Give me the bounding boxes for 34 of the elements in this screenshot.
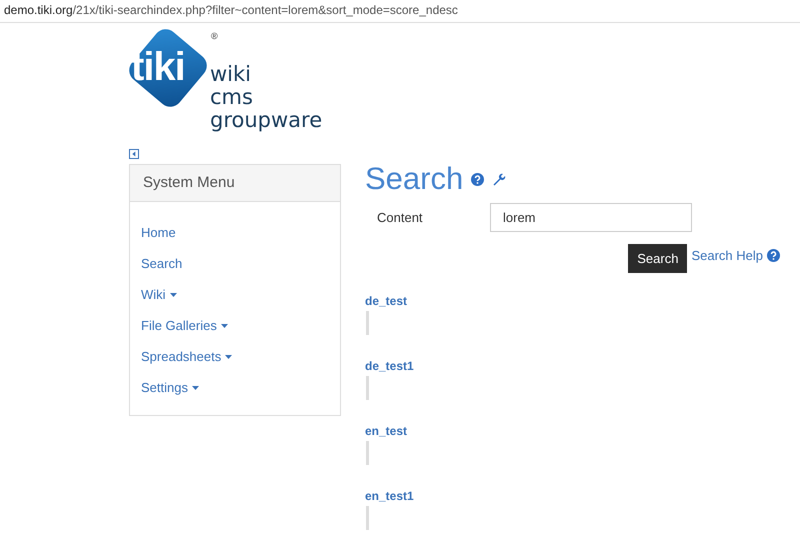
wrench-icon[interactable] [492, 172, 506, 186]
result-title-link[interactable]: en_test1 [365, 489, 785, 503]
caret-icon [192, 386, 199, 390]
registered-mark: ® [211, 31, 218, 41]
result-snippet-bar [366, 311, 369, 335]
caret-icon [170, 292, 177, 297]
result-snippet-bar [366, 441, 369, 465]
result-snippet-bar [366, 376, 369, 400]
menu-link[interactable]: File Galleries [141, 317, 228, 335]
help-icon[interactable] [767, 249, 780, 262]
content-field[interactable]: lorem [490, 202, 692, 232]
address-bar-url[interactable]: demo.tiki.org/21x/tiki-searchindex.php?filter~content=lorem&sort_mode=score_ndesc [4, 3, 458, 17]
menu-title: System Menu [143, 174, 235, 191]
collapse-icon[interactable] [129, 149, 139, 159]
result-title-link[interactable]: de_test1 [365, 359, 785, 373]
menu-link[interactable]: Spreadsheets [141, 348, 232, 366]
logo-text: wiki [210, 63, 252, 86]
menu-link[interactable]: Home [141, 224, 176, 242]
menu-link[interactable]: Settings [141, 379, 199, 397]
result-snippet-bar [366, 506, 369, 530]
help-icon[interactable] [471, 172, 484, 186]
caret-icon [225, 354, 232, 359]
logo-badge-text: tiki [131, 45, 185, 89]
menu-link[interactable]: Wiki [141, 286, 177, 304]
logo-text: groupware [210, 109, 322, 132]
logo-text: cms [210, 86, 254, 109]
menu-link[interactable]: Search [141, 255, 182, 273]
field-label: Content [376, 210, 424, 224]
search-help-link[interactable]: Search Help [691, 248, 763, 263]
page-title: Search [365, 161, 464, 197]
search-button[interactable]: Search [628, 244, 688, 273]
result-title-link[interactable]: de_test [365, 294, 785, 308]
result-title-link[interactable]: en_test [365, 424, 785, 438]
caret-icon [220, 324, 228, 328]
